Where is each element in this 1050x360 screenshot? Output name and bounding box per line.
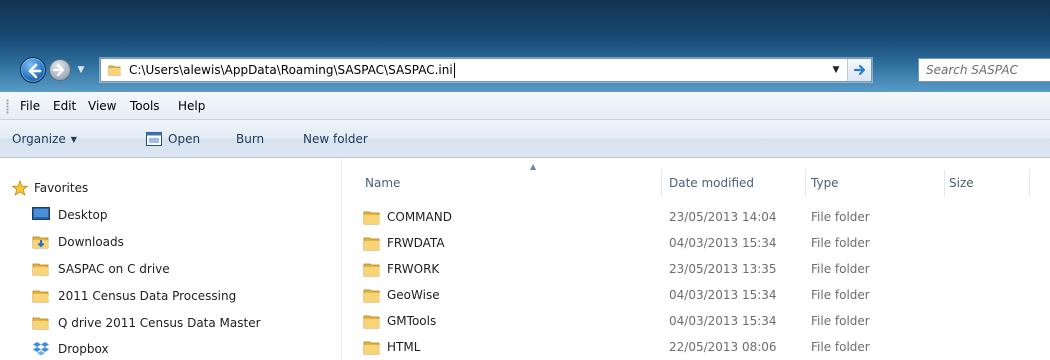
nav-label: Dropbox [58,342,109,356]
file-type: File folder [811,340,870,354]
folder-icon [108,65,121,76]
forward-button[interactable] [49,59,71,81]
burn-button[interactable]: Burn [236,120,264,158]
folder-icon [32,263,49,276]
file-row[interactable]: HTML 22/05/2013 08:06 File folder [343,334,1050,360]
nav-label: Favorites [34,181,89,195]
file-date: 23/05/2013 13:35 [669,262,777,276]
nav-label: Desktop [58,208,108,222]
open-button[interactable]: Open [146,120,200,158]
search-input[interactable] [926,59,1046,81]
file-date: 22/05/2013 08:06 [669,340,777,354]
folder-icon [363,263,380,277]
address-bar[interactable]: C:\Users\alewis\AppData\Roaming\SASPAC\S… [100,58,872,82]
file-date: 04/03/2013 15:34 [669,236,777,250]
open-label: Open [168,132,201,146]
go-button[interactable] [847,59,871,81]
nav-label: SASPAC on C drive [58,262,170,276]
go-arrow-icon [853,64,866,76]
column-size[interactable]: Size [949,170,1030,196]
folder-icon [32,290,49,303]
nav-item-downloads[interactable]: Downloads [0,230,342,254]
file-row[interactable]: GMTools 04/03/2013 15:34 File folder [343,308,1050,334]
nav-item-dropbox[interactable]: Dropbox [0,337,342,360]
new-folder-button[interactable]: New folder [303,120,368,158]
nav-item-census-processing[interactable]: 2011 Census Data Processing [0,284,342,308]
file-date: 04/03/2013 15:34 [669,288,777,302]
file-row[interactable]: FRWORK 23/05/2013 13:35 File folder [343,256,1050,282]
column-header: ▲ Name Date modified Type Size [343,158,1050,204]
menu-edit[interactable]: Edit [53,92,76,120]
desktop-icon [32,207,50,220]
file-name: COMMAND [387,210,452,224]
downloads-folder-icon [32,236,49,249]
address-path[interactable]: C:\Users\alewis\AppData\Roaming\SASPAC\S… [129,59,455,81]
command-bar: Organize ▼ Open Burn New folder [0,120,1050,158]
menu-bar: File Edit View Tools Help [0,92,1050,120]
folder-icon [363,211,380,225]
recent-pages-dropdown[interactable]: ▼ [73,63,89,77]
search-box[interactable] [918,58,1050,82]
chevron-down-icon: ▼ [70,135,77,144]
file-row[interactable]: COMMAND 23/05/2013 14:04 File folder [343,204,1050,230]
column-type[interactable]: Type [811,170,945,196]
folder-icon [363,315,380,329]
file-name: FRWORK [387,262,440,276]
organize-label: Organize [12,132,66,146]
file-name: GeoWise [387,288,440,302]
folder-icon [32,317,49,330]
file-list: ▲ Name Date modified Type Size COMMAND 2… [343,158,1050,360]
file-type: File folder [811,314,870,328]
dropbox-icon [33,342,49,356]
menu-tools[interactable]: Tools [130,92,160,120]
column-date-modified[interactable]: Date modified [669,170,806,196]
nav-label: Downloads [58,235,124,249]
menu-view[interactable]: View [88,92,116,120]
nav-label: 2011 Census Data Processing [58,289,237,303]
file-type: File folder [811,288,870,302]
folder-icon [363,289,380,303]
forward-arrow-icon [52,63,65,77]
back-arrow-icon [28,63,42,79]
column-name[interactable]: Name [365,170,662,196]
file-name: HTML [387,340,421,354]
file-name: FRWDATA [387,236,445,250]
star-icon [12,180,28,196]
file-name: GMTools [387,314,437,328]
nav-item-desktop[interactable]: Desktop [0,203,342,227]
back-button[interactable] [20,57,46,83]
file-type: File folder [811,236,870,250]
nav-item-census-master[interactable]: Q drive 2011 Census Data Master [0,311,342,335]
nav-item-saspac-c-drive[interactable]: SASPAC on C drive [0,257,342,281]
file-date: 04/03/2013 15:34 [669,314,777,328]
menu-grip [6,99,9,114]
file-row[interactable]: FRWDATA 04/03/2013 15:34 File folder [343,230,1050,256]
nav-label: Q drive 2011 Census Data Master [58,316,261,330]
menu-file[interactable]: File [20,92,40,120]
address-dropdown[interactable]: ▼ [827,59,845,81]
folder-icon [363,341,380,355]
organize-button[interactable]: Organize ▼ [12,120,77,158]
file-type: File folder [811,210,870,224]
file-row[interactable]: GeoWise 04/03/2013 15:34 File folder [343,282,1050,308]
file-type: File folder [811,262,870,276]
file-date: 23/05/2013 14:04 [669,210,777,224]
navigation-pane: Favorites Desktop Downloads SASPAC on C … [0,158,342,360]
folder-icon [363,237,380,251]
menu-help[interactable]: Help [178,92,205,120]
open-window-icon [146,132,162,146]
nav-item-favorites[interactable]: Favorites [0,176,342,200]
